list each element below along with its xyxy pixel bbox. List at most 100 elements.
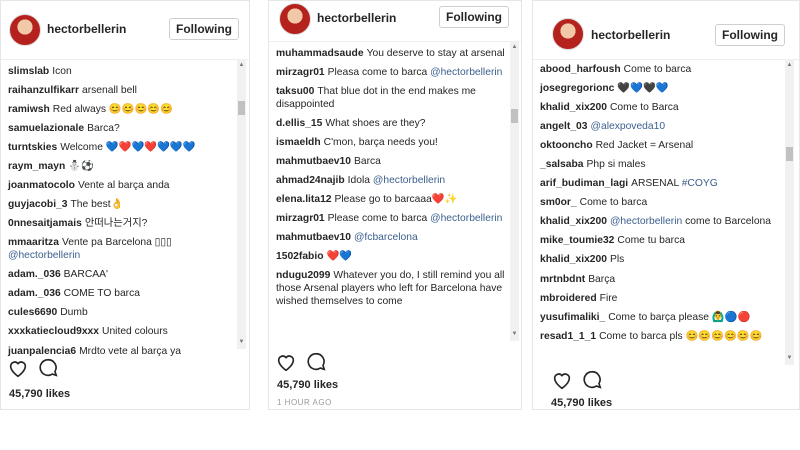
comment-username[interactable]: mahmutbaev10	[276, 232, 351, 243]
scroll-down-arrow[interactable]: ▼	[237, 338, 246, 347]
comment-text: Pleasa come to barca	[327, 67, 428, 79]
comment-text: Vente al barça anda	[77, 180, 170, 192]
comment-username[interactable]: mahmutbaev10	[276, 156, 351, 167]
comment-item: mahmutbaev10 Barca	[269, 156, 521, 169]
comment-username[interactable]: 0nnesaitjamais	[8, 218, 82, 229]
scroll-up-arrow[interactable]: ▲	[510, 43, 519, 52]
likes-count[interactable]: 45,790 likes	[277, 379, 338, 391]
comment-username[interactable]: d.ellis_15	[276, 118, 322, 129]
username-link[interactable]: hectorbellerin	[317, 11, 396, 25]
scroll-thumb[interactable]	[786, 147, 793, 161]
scroll-thumb[interactable]	[238, 101, 245, 115]
likes-count[interactable]: 45,790 likes	[9, 388, 70, 400]
comment-username[interactable]: samuelazionale	[8, 123, 84, 134]
comment-username[interactable]: ramiwsh	[8, 104, 50, 115]
comment-username[interactable]: sm0or_	[540, 197, 577, 208]
comment-item: resad1_1_1 Come to barca pls 😊😊😊😊😊😊	[533, 331, 799, 344]
comment-username[interactable]: adam._036	[8, 269, 61, 280]
comment-icon[interactable]	[305, 351, 327, 373]
comment-username[interactable]: ahmad24najib	[276, 175, 345, 186]
comment-item: angelt_03 @alexpoveda10	[533, 121, 799, 134]
comment-username[interactable]: elena.lita12	[276, 194, 332, 205]
comment-username[interactable]: mirzagr01	[276, 213, 325, 224]
following-button[interactable]: Following	[439, 6, 509, 28]
comment-username[interactable]: resad1_1_1	[540, 331, 596, 342]
username-link[interactable]: hectorbellerin	[47, 22, 126, 36]
avatar[interactable]	[279, 3, 311, 35]
comment-username[interactable]: yusufimaliki_	[540, 312, 605, 323]
comment-username[interactable]: khalid_xix200	[540, 102, 607, 113]
avatar[interactable]	[552, 18, 584, 50]
scroll-up-arrow[interactable]: ▲	[237, 61, 246, 70]
comments-scrollbar[interactable]: ▲ ▼	[510, 41, 519, 341]
post-timestamp[interactable]: 1 HOUR AGO	[277, 398, 332, 407]
comment-username[interactable]: joanmatocolo	[8, 180, 75, 191]
comment-mention-link[interactable]: @fcbarcelona	[354, 232, 418, 243]
comment-username[interactable]: josegregorionc	[540, 83, 614, 94]
comment-username[interactable]: mmaaritza	[8, 237, 59, 248]
comment-username[interactable]: turntskies	[8, 142, 57, 153]
likes-count[interactable]: 45,790 likes	[551, 397, 612, 409]
comment-username[interactable]: mrtnbdnt	[540, 274, 585, 285]
comment-username[interactable]: ismaeldh	[276, 137, 321, 148]
comment-text: ❤️💙	[326, 251, 353, 263]
comment-mention-link[interactable]: @alexpoveda10	[591, 121, 666, 132]
comment-item: mbroidered Fire	[533, 293, 799, 306]
comment-username[interactable]: taksu00	[276, 86, 314, 97]
comment-username[interactable]: angelt_03	[540, 121, 588, 132]
comment-text: Php si males	[586, 159, 646, 171]
comment-text: What shoes are they?	[325, 118, 426, 129]
comment-icon[interactable]	[37, 357, 59, 379]
comment-mention-link[interactable]: @hectorbellerin	[430, 213, 502, 224]
scroll-down-arrow[interactable]: ▼	[785, 354, 794, 363]
comment-username[interactable]: khalid_xix200	[540, 254, 607, 265]
comment-username[interactable]: _salsaba	[540, 159, 584, 170]
avatar[interactable]	[9, 14, 41, 46]
comment-username[interactable]: guyjacobi_3	[8, 199, 68, 210]
comment-username[interactable]: muhammadsaude	[276, 48, 364, 59]
comment-username[interactable]: ndugu2099	[276, 270, 330, 281]
comment-username[interactable]: mirzagr01	[276, 67, 325, 78]
comments-list[interactable]: slimslab Icon raihanzulfikarr arsenall bel…	[1, 59, 249, 356]
comment-username[interactable]: khalid_xix200	[540, 216, 607, 227]
comment-text: Red always 😊😊😊😊😊	[52, 104, 173, 116]
comment-username[interactable]: xxxkatiecloud9xxx	[8, 326, 99, 337]
comment-username[interactable]: mike_toumie32	[540, 235, 614, 246]
comment-username[interactable]: raym_mayn	[8, 161, 65, 172]
comment-mention-link[interactable]: @hectorbellerin	[373, 175, 445, 186]
comment-item: mmaaritza Vente pa Barcelona ▯▯▯ @hectorb…	[1, 237, 249, 263]
comment-text: BARCAA'	[63, 269, 108, 281]
heart-icon[interactable]	[275, 351, 297, 373]
scroll-down-arrow[interactable]: ▼	[510, 330, 519, 339]
comment-item: ramiwsh Red always 😊😊😊😊😊	[1, 104, 249, 117]
comment-item: 0nnesaitjamais 안떠나는거지?	[1, 218, 249, 231]
scroll-thumb[interactable]	[511, 109, 518, 123]
comments-list[interactable]: muhammadsaude You deserve to stay at arse…	[269, 41, 521, 348]
comment-mention-link[interactable]: @hectorbellerin	[610, 216, 682, 227]
comments-scrollbar[interactable]: ▲ ▼	[237, 59, 246, 349]
comment-icon[interactable]	[581, 369, 603, 391]
scroll-up-arrow[interactable]: ▲	[785, 61, 794, 70]
comments-scrollbar[interactable]: ▲ ▼	[785, 59, 794, 365]
comment-mention-link[interactable]: @hectorbellerin	[8, 250, 80, 261]
comment-mention-link[interactable]: #COYG	[682, 178, 718, 189]
comment-username[interactable]: arif_budiman_lagi	[540, 178, 628, 189]
heart-icon[interactable]	[551, 369, 573, 391]
comment-username[interactable]: mbroidered	[540, 293, 597, 304]
username-link[interactable]: hectorbellerin	[591, 28, 670, 42]
comments-list[interactable]: abood_harfoush Come to barca josegregorio…	[533, 59, 799, 370]
heart-icon[interactable]	[7, 357, 29, 379]
comment-username[interactable]: slimslab	[8, 66, 49, 77]
comment-username[interactable]: raihanzulfikarr	[8, 85, 79, 96]
following-button[interactable]: Following	[169, 18, 239, 40]
comment-username[interactable]: adam._036	[8, 288, 61, 299]
comment-username[interactable]: cules6690	[8, 307, 57, 318]
comment-text: You deserve to stay at arsenal	[366, 48, 505, 59]
following-button[interactable]: Following	[715, 24, 785, 46]
comment-text: arsenall bell	[81, 85, 137, 97]
comment-username[interactable]: 1502fabio	[276, 251, 324, 262]
comment-username[interactable]: oktooncho	[540, 140, 593, 151]
comment-username[interactable]: abood_harfoush	[540, 64, 621, 75]
comment-text: Come to barca	[579, 197, 648, 209]
comment-mention-link[interactable]: @hectorbellerin	[430, 67, 502, 78]
